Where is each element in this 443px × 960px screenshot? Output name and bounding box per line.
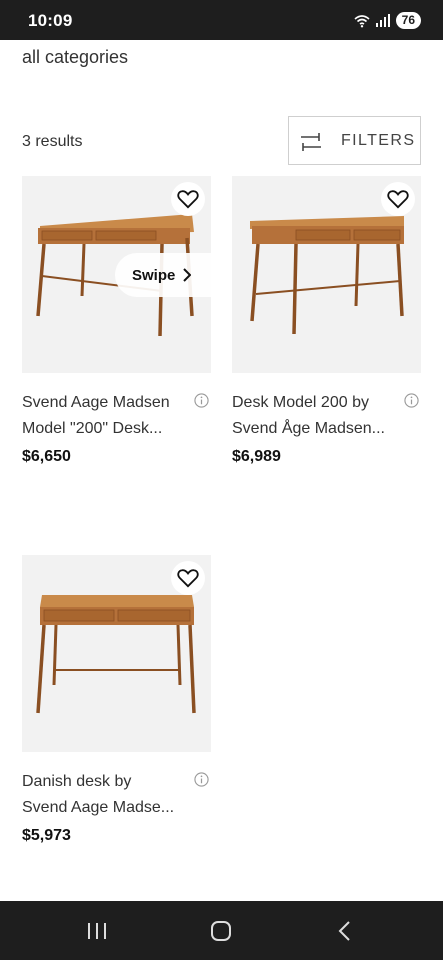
- product-price: $6,989: [232, 448, 281, 465]
- sliders-icon: [301, 133, 321, 151]
- product-title-line: Danish desk by: [22, 773, 132, 790]
- product-title-line: Desk Model 200 by: [232, 394, 369, 411]
- info-circle-icon[interactable]: [404, 393, 419, 408]
- signal-icon: [375, 14, 390, 27]
- product-price: $6,650: [22, 448, 71, 465]
- wifi-icon: [354, 14, 370, 27]
- heart-outline-icon: [177, 569, 199, 588]
- swipe-hint[interactable]: Swipe: [115, 253, 211, 297]
- status-bar: 10:09 76: [0, 0, 443, 40]
- product-price: $5,973: [22, 827, 71, 844]
- favorite-button[interactable]: [381, 182, 415, 216]
- product-image[interactable]: [22, 555, 211, 752]
- product-title[interactable]: Svend Aage Madsen Model "200" Desk...: [22, 390, 187, 442]
- recent-apps-icon[interactable]: [86, 920, 108, 942]
- chevron-right-icon: [183, 268, 192, 282]
- product-title[interactable]: Danish desk by Svend Aage Madse...: [22, 769, 187, 821]
- back-icon[interactable]: [336, 920, 354, 942]
- product-title[interactable]: Desk Model 200 by Svend Åge Madsen...: [232, 390, 397, 442]
- product-title-line: Svend Åge Madsen...: [232, 420, 385, 437]
- info-circle-icon[interactable]: [194, 772, 209, 787]
- swipe-label: Swipe: [132, 266, 176, 284]
- product-title-line: Svend Aage Madsen: [22, 394, 170, 411]
- heart-outline-icon: [387, 190, 409, 209]
- filters-label: FILTERS: [341, 132, 416, 149]
- product-image[interactable]: Swipe: [22, 176, 211, 373]
- status-icons: 76: [354, 12, 421, 29]
- favorite-button[interactable]: [171, 182, 205, 216]
- filters-button[interactable]: FILTERS: [288, 116, 421, 165]
- breadcrumb[interactable]: all categories: [22, 47, 128, 68]
- home-icon[interactable]: [210, 920, 232, 942]
- heart-outline-icon: [177, 190, 199, 209]
- results-count: 3 results: [22, 133, 83, 150]
- info-circle-icon[interactable]: [194, 393, 209, 408]
- product-title-line: Svend Aage Madse...: [22, 799, 175, 816]
- product-image[interactable]: [232, 176, 421, 373]
- system-nav-bar: [0, 901, 443, 960]
- battery-indicator: 76: [395, 12, 421, 29]
- status-time: 10:09: [28, 11, 73, 30]
- product-title-line: Model "200" Desk...: [22, 420, 163, 437]
- favorite-button[interactable]: [171, 561, 205, 595]
